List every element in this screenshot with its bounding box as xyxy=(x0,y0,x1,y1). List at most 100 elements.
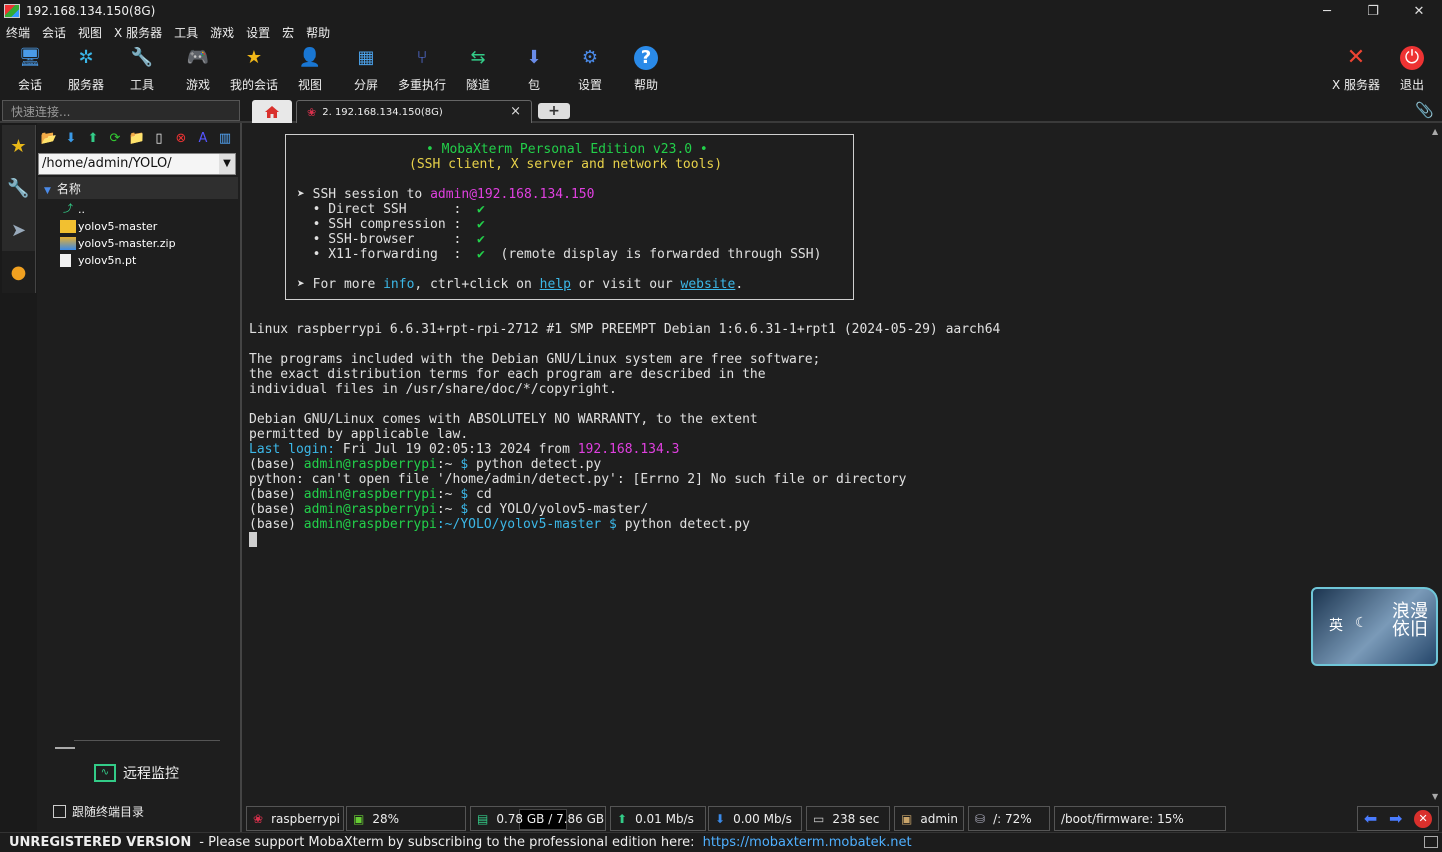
desktop-widget[interactable]: 英 ☾ 浪漫依旧 xyxy=(1311,587,1438,666)
checkbox[interactable] xyxy=(53,805,66,818)
power-icon: ⏻ xyxy=(1400,46,1424,70)
toggle-panel-icon[interactable]: ▥ xyxy=(214,130,236,148)
window-title: 192.168.134.150(8G) xyxy=(26,4,156,18)
prompt-line: (base) admin@raspberrypi:~ $ cd YOLO/yol… xyxy=(249,502,649,517)
session-button[interactable]: 🖥 会话 xyxy=(2,46,58,93)
tunnel-button[interactable]: ⇆ 隧道 xyxy=(450,46,506,93)
games-button[interactable]: 🎮 游戏 xyxy=(170,46,226,93)
list-item[interactable]: ⤴.. xyxy=(60,201,85,218)
scroll-down-icon[interactable]: ▼ xyxy=(1432,792,1438,801)
support-message: - Please support MobaXterm by subscribin… xyxy=(199,835,695,850)
widget-text-left: 英 xyxy=(1329,618,1343,634)
exit-button[interactable]: ⏻ 退出 xyxy=(1384,46,1440,93)
macros-send-icon[interactable]: ➤ xyxy=(2,209,36,251)
settings-button[interactable]: ⚙ 设置 xyxy=(562,46,618,93)
option-x11: • X11-forwarding : ✔ (remote display is … xyxy=(297,247,822,262)
menu-games[interactable]: 游戏 xyxy=(204,24,240,41)
status-bar: ❀ raspberrypi ▣ 28% ▤ 0.78 GB / 7.86 GB ⬆ 0.… xyxy=(244,806,1442,832)
follow-terminal-checkbox[interactable]: 跟随终端目录 xyxy=(53,803,144,820)
menu-settings[interactable]: 设置 xyxy=(240,24,276,41)
terminal-cursor xyxy=(249,532,257,547)
multiexec-label: 多重执行 xyxy=(397,78,446,92)
disk-icon: ⛁ xyxy=(975,811,986,826)
xserver-button[interactable]: ✕ X 服务器 xyxy=(1328,46,1384,93)
sftp-path-input[interactable]: /home/admin/YOLO/ ▼ xyxy=(38,153,236,175)
sessions-star-icon[interactable]: ★ xyxy=(2,125,36,167)
status-boot-disk-text: /boot/firmware: 15% xyxy=(1061,811,1184,826)
menu-macros[interactable]: 宏 xyxy=(276,24,300,41)
footer-banner: UNREGISTERED VERSION - Please support Mo… xyxy=(0,832,1442,852)
menu-xserver[interactable]: X 服务器 xyxy=(108,24,168,41)
ssh-session-line: ➤ SSH session to admin@192.168.134.150 xyxy=(297,187,595,202)
delete-icon[interactable]: ⊗ xyxy=(170,130,192,148)
close-button[interactable]: ✕ xyxy=(1396,0,1442,22)
new-file-icon[interactable]: ▯ xyxy=(148,130,170,148)
home-tab[interactable] xyxy=(252,100,292,123)
status-memory-text: 0.78 GB / 7.86 GB xyxy=(496,811,605,826)
servers-icon: ✲ xyxy=(78,47,94,68)
session-label: 会话 xyxy=(17,78,42,92)
footer-window-icon[interactable] xyxy=(1424,836,1438,848)
quick-connect-input[interactable]: 快速连接... xyxy=(2,100,240,121)
tab-close-icon[interactable]: × xyxy=(510,104,521,119)
list-item[interactable]: yolov5-master.zip xyxy=(60,235,176,252)
terminal-scrollbar[interactable]: ▲ ▼ xyxy=(1430,123,1442,805)
status-memory: ▤ 0.78 GB / 7.86 GB xyxy=(470,806,606,831)
packages-button[interactable]: ⬇ 包 xyxy=(506,46,562,93)
mobatek-link[interactable]: https://mobaxterm.mobatek.net xyxy=(703,835,912,850)
upload-icon[interactable]: ⬆ xyxy=(82,130,104,148)
terminal-area[interactable]: • MobaXterm Personal Edition v23.0 • (SS… xyxy=(244,123,1430,805)
help-link[interactable]: help xyxy=(540,277,571,292)
view-button[interactable]: 👤 视图 xyxy=(282,46,338,93)
remote-monitoring-button[interactable]: ∿ 远程监控 xyxy=(94,763,179,783)
file-name: yolov5-master.zip xyxy=(78,237,176,250)
arrow-left-icon[interactable]: ⬅ xyxy=(1364,809,1377,828)
menu-view[interactable]: 视图 xyxy=(72,24,108,41)
tab-session[interactable]: ❀ 2. 192.168.134.150(8G) × xyxy=(296,100,532,123)
menu-session[interactable]: 会话 xyxy=(36,24,72,41)
last-login-line: Last login: Fri Jul 19 02:05:13 2024 fro… xyxy=(249,442,680,457)
chevron-down-icon[interactable]: ▼ xyxy=(219,154,235,174)
paperclip-icon[interactable]: 📎 xyxy=(1415,101,1434,119)
servers-button[interactable]: ✲ 服务器 xyxy=(58,46,114,93)
scroll-up-icon[interactable]: ▲ xyxy=(1432,127,1438,136)
help-button[interactable]: ? 帮助 xyxy=(618,46,674,93)
session-icon: 🖥 xyxy=(18,47,42,68)
refresh-icon[interactable]: ⟳ xyxy=(104,130,126,148)
new-tab-button[interactable]: + xyxy=(538,103,570,119)
new-folder-icon[interactable]: 📁 xyxy=(126,130,148,148)
memory-icon: ▤ xyxy=(477,811,489,826)
menu-terminal[interactable]: 终端 xyxy=(0,24,36,41)
file-name: yolov5n.pt xyxy=(78,254,137,267)
folder-up-icon[interactable]: 📂 xyxy=(38,130,60,148)
motd-line: The programs included with the Debian GN… xyxy=(249,352,821,367)
list-item[interactable]: yolov5n.pt xyxy=(60,252,136,269)
parent-folder-icon: ⤴ xyxy=(63,204,73,215)
tools-button[interactable]: 🔧 工具 xyxy=(114,46,170,93)
download-icon[interactable]: ⬇ xyxy=(60,130,82,148)
panel-splitter[interactable] xyxy=(55,747,75,749)
option-ssh-browser: • SSH-browser : ✔ xyxy=(297,232,485,247)
split-button[interactable]: ▦ 分屏 xyxy=(338,46,394,93)
status-root-disk-text: /: 72% xyxy=(993,811,1032,826)
website-link[interactable]: website xyxy=(681,277,736,292)
collapse-icon[interactable]: ▼ xyxy=(44,186,51,196)
arrow-right-icon[interactable]: ➡ xyxy=(1389,809,1402,828)
menu-help[interactable]: 帮助 xyxy=(300,24,336,41)
menu-tools[interactable]: 工具 xyxy=(168,24,204,41)
motd-line: the exact distribution terms for each pr… xyxy=(249,367,766,382)
tools-icon: 🔧 xyxy=(130,47,154,68)
file-list-header[interactable]: ▼ 名称 xyxy=(38,177,238,199)
close-session-icon[interactable]: ✕ xyxy=(1414,809,1433,828)
multiexec-button[interactable]: ⑂ 多重执行 xyxy=(394,46,450,93)
follow-terminal-label: 跟随终端目录 xyxy=(72,805,145,819)
sftp-tab-icon[interactable]: ● xyxy=(2,251,36,293)
packages-icon: ⬇ xyxy=(526,47,542,68)
tools-tab-icon[interactable]: 🔧 xyxy=(2,167,36,209)
status-download: ⬇ 0.00 Mb/s xyxy=(708,806,802,831)
minimize-button[interactable]: ─ xyxy=(1304,0,1350,22)
rename-icon[interactable]: A xyxy=(192,130,214,148)
list-item[interactable]: yolov5-master xyxy=(60,218,157,235)
maximize-button[interactable]: ❐ xyxy=(1350,0,1396,22)
my-sessions-button[interactable]: ★ 我的会话 xyxy=(226,46,282,93)
